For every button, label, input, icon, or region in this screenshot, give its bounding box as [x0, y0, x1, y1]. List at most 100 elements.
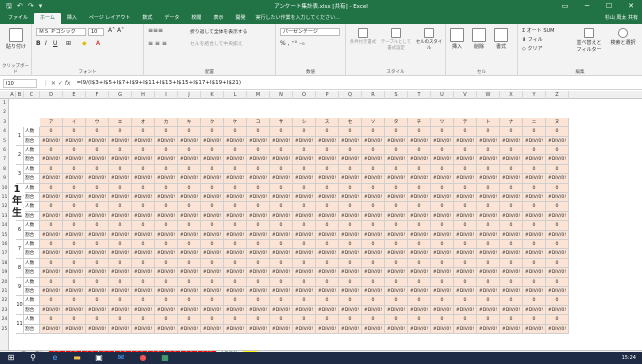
ratio-value-cell[interactable]: #DIV/0! — [339, 268, 362, 278]
ratio-value-cell[interactable]: #DIV/0! — [132, 193, 155, 203]
ratio-value-cell[interactable]: #DIV/0! — [362, 211, 385, 222]
count-value-cell[interactable]: 0 — [155, 277, 178, 287]
ratio-value-cell[interactable]: #DIV/0! — [316, 193, 339, 203]
ratio-value-cell[interactable]: #DIV/0! — [224, 230, 247, 240]
column-label-cell[interactable]: ト — [477, 117, 500, 128]
ratio-value-cell[interactable]: #DIV/0! — [362, 193, 385, 203]
count-value-cell[interactable]: 0 — [316, 315, 339, 325]
ratio-value-cell[interactable]: #DIV/0! — [293, 136, 316, 146]
ratio-value-cell[interactable]: #DIV/0! — [132, 249, 155, 259]
count-value-cell[interactable]: 0 — [224, 296, 247, 306]
ratio-value-cell[interactable]: #DIV/0! — [155, 174, 178, 184]
ratio-value-cell[interactable]: #DIV/0! — [132, 211, 155, 222]
ratio-value-cell[interactable]: #DIV/0! — [293, 324, 316, 334]
count-value-cell[interactable]: 0 — [477, 146, 500, 156]
search-icon[interactable]: ⚲ — [27, 353, 39, 363]
count-value-cell[interactable]: 0 — [293, 258, 316, 269]
conditional-format-button[interactable]: 条件付き書式 — [348, 28, 378, 45]
count-value-cell[interactable]: 0 — [523, 221, 546, 231]
ratio-value-cell[interactable]: #DIV/0! — [247, 174, 270, 184]
count-value-cell[interactable]: 0 — [523, 202, 546, 212]
count-value-cell[interactable]: 0 — [316, 202, 339, 212]
ratio-value-cell[interactable]: #DIV/0! — [132, 324, 155, 334]
count-value-cell[interactable]: 0 — [316, 240, 339, 250]
class-number-cell[interactable]: 10 — [16, 296, 24, 316]
ratio-value-cell[interactable]: #DIV/0! — [63, 230, 86, 240]
count-value-cell[interactable]: 0 — [454, 164, 477, 175]
insert-cells-button[interactable]: 挿入 — [450, 28, 464, 50]
count-value-cell[interactable]: 0 — [546, 146, 569, 156]
count-value-cell[interactable]: 0 — [477, 277, 500, 287]
ratio-label-cell[interactable]: 割合 — [24, 305, 40, 316]
count-value-cell[interactable]: 0 — [247, 183, 270, 193]
ratio-value-cell[interactable]: #DIV/0! — [546, 287, 569, 297]
ratio-value-cell[interactable]: #DIV/0! — [293, 305, 316, 316]
ratio-value-cell[interactable]: #DIV/0! — [431, 174, 454, 184]
ratio-value-cell[interactable]: #DIV/0! — [431, 268, 454, 278]
ratio-value-cell[interactable]: #DIV/0! — [523, 230, 546, 240]
count-value-cell[interactable]: 0 — [408, 146, 431, 156]
row-header[interactable]: 15 — [0, 231, 9, 240]
ratio-value-cell[interactable]: #DIV/0! — [385, 211, 408, 222]
ratio-value-cell[interactable]: #DIV/0! — [270, 305, 293, 316]
ratio-value-cell[interactable]: #DIV/0! — [224, 305, 247, 316]
count-value-cell[interactable]: 0 — [316, 277, 339, 287]
count-value-cell[interactable]: 0 — [270, 183, 293, 193]
column-header[interactable]: Z — [546, 91, 569, 99]
ratio-value-cell[interactable]: #DIV/0! — [224, 136, 247, 146]
ratio-label-cell[interactable]: 割合 — [24, 174, 40, 184]
count-value-cell[interactable]: 0 — [431, 146, 454, 156]
ratio-value-cell[interactable]: #DIV/0! — [109, 268, 132, 278]
class-number-cell[interactable]: 1 — [16, 127, 24, 146]
column-header[interactable]: D — [40, 91, 63, 99]
ratio-value-cell[interactable]: #DIV/0! — [316, 174, 339, 184]
ratio-value-cell[interactable]: #DIV/0! — [293, 155, 316, 165]
ratio-value-cell[interactable]: #DIV/0! — [201, 155, 224, 165]
count-value-cell[interactable]: 0 — [40, 315, 63, 325]
minimize-button[interactable]: ─ — [576, 2, 598, 10]
ratio-value-cell[interactable]: #DIV/0! — [316, 211, 339, 222]
count-value-cell[interactable]: 0 — [86, 277, 109, 287]
column-label-cell[interactable]: ニ — [523, 117, 546, 128]
ratio-value-cell[interactable]: #DIV/0! — [86, 305, 109, 316]
ratio-value-cell[interactable]: #DIV/0! — [408, 230, 431, 240]
ratio-value-cell[interactable]: #DIV/0! — [339, 193, 362, 203]
column-label-cell[interactable]: ナ — [500, 117, 523, 128]
count-value-cell[interactable]: 0 — [431, 202, 454, 212]
count-value-cell[interactable]: 0 — [523, 164, 546, 175]
count-value-cell[interactable]: 0 — [201, 296, 224, 306]
count-value-cell[interactable]: 0 — [293, 183, 316, 193]
column-label-cell[interactable]: ウ — [86, 117, 109, 128]
ratio-value-cell[interactable]: #DIV/0! — [523, 211, 546, 222]
ratio-value-cell[interactable]: #DIV/0! — [523, 249, 546, 259]
ratio-value-cell[interactable]: #DIV/0! — [63, 324, 86, 334]
count-value-cell[interactable]: 0 — [40, 127, 63, 137]
percent-icon[interactable]: % , ⁺⁰ ₋₀ — [280, 40, 304, 47]
row-header[interactable]: 3 — [0, 118, 9, 127]
name-box[interactable]: I10 — [3, 78, 37, 88]
count-value-cell[interactable]: 0 — [523, 277, 546, 287]
count-value-cell[interactable]: 0 — [454, 127, 477, 137]
column-header[interactable]: F — [86, 91, 109, 99]
ratio-value-cell[interactable]: #DIV/0! — [546, 174, 569, 184]
count-value-cell[interactable]: 0 — [546, 164, 569, 175]
ratio-value-cell[interactable]: #DIV/0! — [362, 155, 385, 165]
ratio-value-cell[interactable]: #DIV/0! — [477, 211, 500, 222]
ratio-value-cell[interactable]: #DIV/0! — [454, 174, 477, 184]
count-value-cell[interactable]: 0 — [454, 277, 477, 287]
ratio-value-cell[interactable]: #DIV/0! — [408, 287, 431, 297]
count-value-cell[interactable]: 0 — [500, 221, 523, 231]
count-value-cell[interactable]: 0 — [270, 127, 293, 137]
ratio-value-cell[interactable]: #DIV/0! — [155, 193, 178, 203]
ratio-value-cell[interactable]: #DIV/0! — [155, 268, 178, 278]
column-label-cell[interactable]: ケ — [224, 117, 247, 128]
ratio-value-cell[interactable]: #DIV/0! — [201, 136, 224, 146]
count-value-cell[interactable]: 0 — [155, 315, 178, 325]
count-value-cell[interactable]: 0 — [477, 164, 500, 175]
ratio-value-cell[interactable]: #DIV/0! — [523, 268, 546, 278]
count-value-cell[interactable]: 0 — [546, 240, 569, 250]
count-value-cell[interactable]: 0 — [362, 183, 385, 193]
ratio-value-cell[interactable]: #DIV/0! — [500, 305, 523, 316]
ratio-value-cell[interactable]: #DIV/0! — [431, 211, 454, 222]
ratio-value-cell[interactable]: #DIV/0! — [362, 230, 385, 240]
